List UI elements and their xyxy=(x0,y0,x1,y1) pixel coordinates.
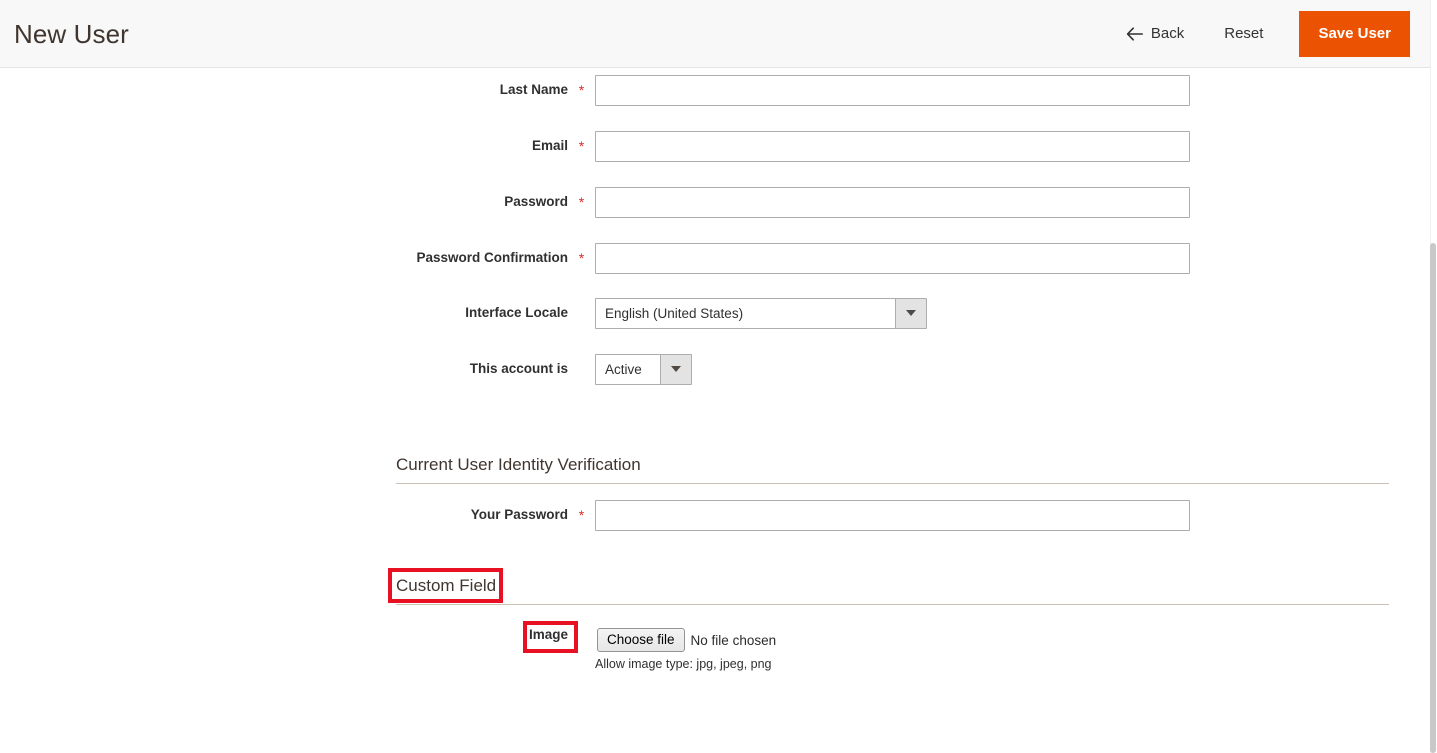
vertical-scrollbar-thumb[interactable] xyxy=(1430,243,1436,753)
label-password: Password xyxy=(504,194,568,210)
required-marker: * xyxy=(578,82,585,98)
label-your-password: Your Password xyxy=(470,507,568,523)
arrow-left-icon xyxy=(1126,26,1143,41)
field-row-interface-locale: Interface Locale English (United States) xyxy=(0,297,1430,329)
password-confirmation-input[interactable] xyxy=(595,242,1190,274)
required-marker: * xyxy=(578,138,585,154)
interface-locale-select[interactable]: English (United States) xyxy=(595,297,927,329)
required-marker: * xyxy=(578,250,585,266)
email-input[interactable] xyxy=(595,130,1190,162)
field-row-last-name: Last Name * xyxy=(0,74,1430,106)
vertical-scrollbar-track[interactable] xyxy=(1430,0,1437,753)
required-marker: * xyxy=(578,507,585,523)
label-last-name: Last Name xyxy=(499,82,568,98)
your-password-input[interactable] xyxy=(595,499,1190,531)
verification-section-divider xyxy=(396,483,1389,484)
chevron-down-icon[interactable] xyxy=(895,298,926,328)
page-header: New User Back Reset Save User xyxy=(0,0,1430,68)
form-body: Last Name * Email * Password * Password … xyxy=(0,68,1430,753)
back-button[interactable]: Back xyxy=(1108,17,1202,50)
verification-section-heading: Current User Identity Verification xyxy=(396,455,641,474)
label-image: Image xyxy=(529,627,569,642)
account-status-select[interactable]: Active xyxy=(595,353,692,385)
label-interface-locale: Interface Locale xyxy=(465,305,568,321)
no-file-chosen-text: No file chosen xyxy=(690,632,777,648)
field-row-password: Password * xyxy=(0,186,1430,218)
chevron-down-icon[interactable] xyxy=(660,354,691,384)
label-password-confirmation: Password Confirmation xyxy=(416,250,568,266)
required-marker: * xyxy=(578,194,585,210)
last-name-input[interactable] xyxy=(595,74,1190,106)
image-type-note: Allow image type: jpg, jpeg, png xyxy=(595,657,772,671)
image-file-input[interactable]: Choose file No file chosen xyxy=(597,628,777,653)
reset-button[interactable]: Reset xyxy=(1202,17,1285,50)
label-account-status: This account is xyxy=(469,361,568,377)
page-title: New User xyxy=(14,18,129,49)
label-email: Email xyxy=(531,138,568,154)
account-status-value: Active xyxy=(605,361,642,377)
field-row-password-confirmation: Password Confirmation * xyxy=(0,242,1430,274)
save-user-button[interactable]: Save User xyxy=(1299,10,1410,57)
custom-field-section-divider xyxy=(396,604,1389,605)
interface-locale-value: English (United States) xyxy=(605,305,744,321)
back-button-label: Back xyxy=(1150,25,1185,42)
header-actions: Back Reset Save User xyxy=(1108,10,1410,57)
field-row-account-status: This account is Active xyxy=(0,353,1430,385)
field-row-email: Email * xyxy=(0,130,1430,162)
custom-field-section-heading: Custom Field xyxy=(396,576,497,595)
password-input[interactable] xyxy=(595,186,1190,218)
field-row-your-password: Your Password * xyxy=(0,499,1430,531)
choose-file-button[interactable]: Choose file xyxy=(597,628,685,653)
